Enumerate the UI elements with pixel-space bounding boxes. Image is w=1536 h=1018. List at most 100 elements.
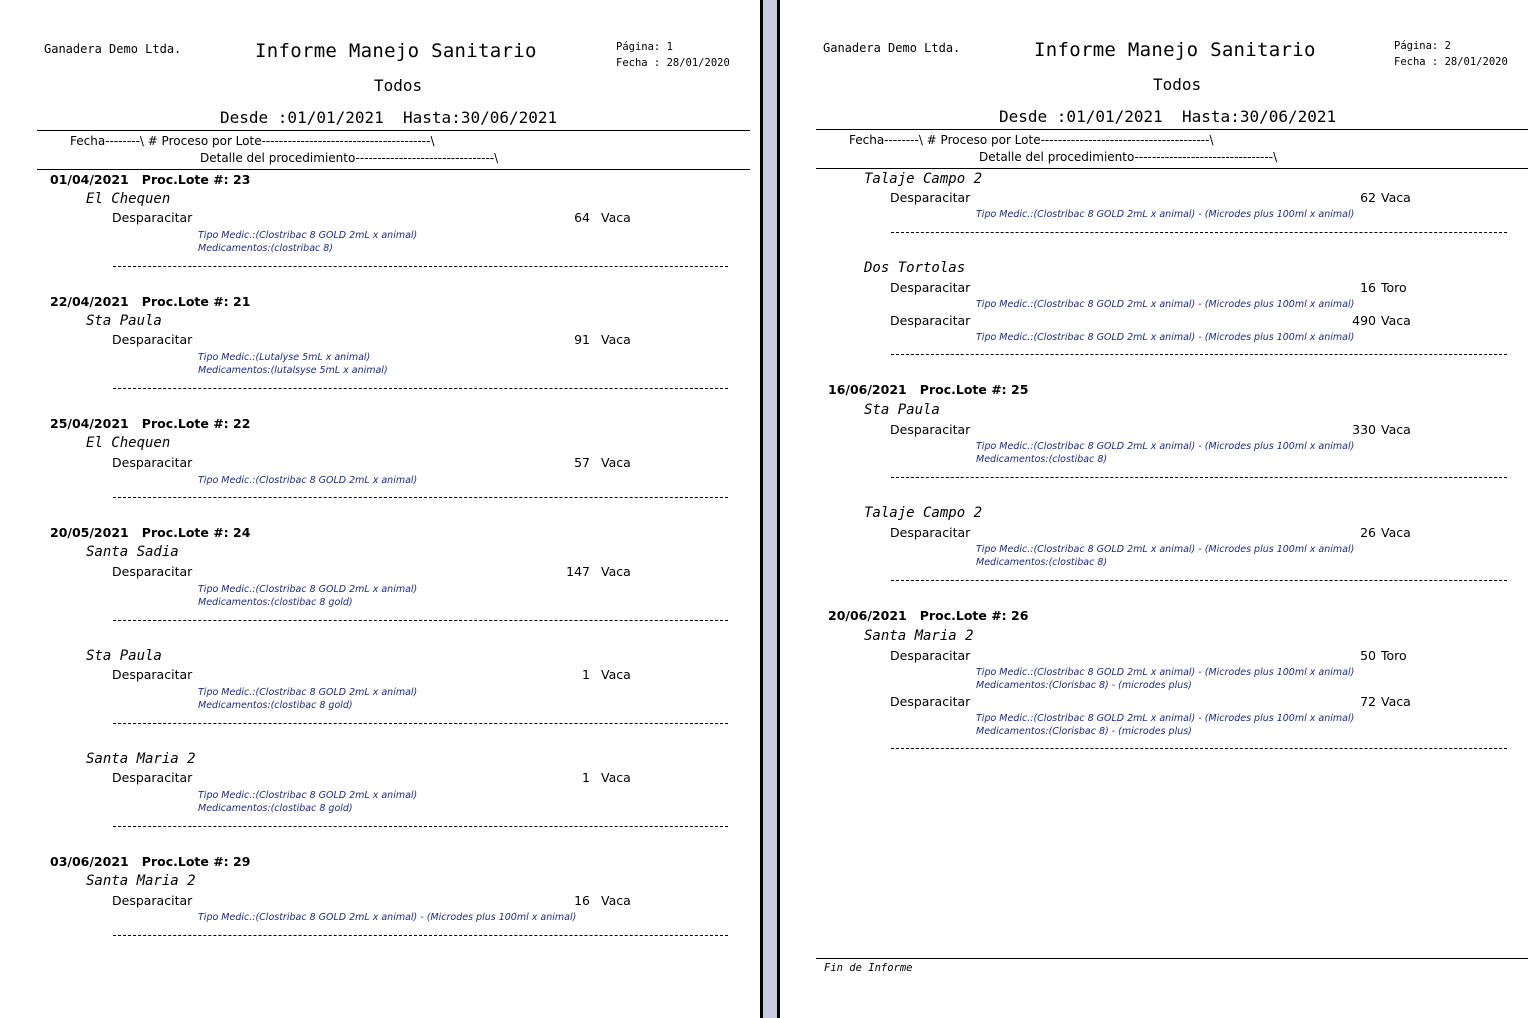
report-filter: Todos [374,76,423,95]
animal-count: 50 [1360,648,1376,663]
animal-type: Vaca [1381,190,1411,205]
date-range: Desde :01/01/2021 Hasta:30/06/2021 [999,107,1337,126]
date-range: Desde :01/01/2021 Hasta:30/06/2021 [220,108,558,127]
lote-name: Talaje Campo 2 [864,505,983,521]
animal-type: Vaca [1381,525,1411,540]
lote-name: Santa Maria 2 [864,628,974,644]
column-header-1: Fecha--------\ # Proceso por Lote-------… [849,133,1214,147]
procedure-name: Desparacitar [112,564,193,579]
medication-type: Tipo Medic.:(Clostribac 8 GOLD 2mL x ani… [976,209,1355,220]
column-header-2: Detalle del procedimiento---------------… [200,151,499,165]
procedure-name: Desparacitar [890,648,971,663]
procedure-name: Desparacitar [890,694,971,709]
medication-list: Medicamentos:(clostibac 8 gold) [198,700,353,711]
medication-list: Medicamentos:(Clorisbac 8) - (microdes p… [976,680,1192,691]
report-title: Informe Manejo Sanitario [1034,39,1316,61]
medication-type: Tipo Medic.:(Clostribac 8 GOLD 2mL x ani… [198,790,418,801]
animal-count: 490 [1352,313,1376,328]
medication-list: Medicamentos:(lutalsyse 5mL x animal) [198,365,388,376]
report-page-1: Ganadera Demo Ltda. Informe Manejo Sanit… [0,0,760,1018]
medication-type: Tipo Medic.:(Clostribac 8 GOLD 2mL x ani… [976,299,1355,310]
medication-list: Medicamentos:(clostibac 8) [976,557,1108,568]
report-page-2: Ganadera Demo Ltda. Informe Manejo Sanit… [780,0,1536,1018]
medication-type: Tipo Medic.:(Clostribac 8 GOLD 2mL x ani… [976,544,1355,555]
column-header-rule [816,168,1528,169]
medication-type: Tipo Medic.:(Clostribac 8 GOLD 2mL x ani… [198,584,418,595]
lote-name: Sta Paula [86,648,162,664]
page-number: Página: 1 [616,41,673,53]
group-separator [113,388,728,389]
medication-type: Tipo Medic.:(Clostribac 8 GOLD 2mL x ani… [976,332,1355,343]
procedure-name: Desparacitar [112,770,193,785]
company-name: Ganadera Demo Ltda. [44,42,182,56]
medication-type: Tipo Medic.:(Lutalyse 5mL x animal) [198,352,371,363]
group-separator [113,620,728,621]
page-divider [760,0,780,1018]
animal-type: Vaca [601,770,631,785]
medication-list: Medicamentos:(clostibac 8 gold) [198,803,353,814]
group-separator [891,232,1507,233]
animal-count: 16 [574,893,590,908]
company-name: Ganadera Demo Ltda. [823,41,961,55]
procedure-name: Desparacitar [112,893,193,908]
section-date: 20/06/2021 Proc.Lote #: 26 [828,608,1029,623]
animal-type: Vaca [1381,313,1411,328]
procedure-name: Desparacitar [112,455,193,470]
lote-name: Sta Paula [86,313,162,329]
medication-type: Tipo Medic.:(Clostribac 8 GOLD 2mL x ani… [976,441,1355,452]
animal-type: Vaca [601,667,631,682]
medication-type: Tipo Medic.:(Clostribac 8 GOLD 2mL x ani… [198,230,418,241]
animal-type: Vaca [601,455,631,470]
medication-type: Tipo Medic.:(Clostribac 8 GOLD 2mL x ani… [976,667,1355,678]
animal-count: 1 [582,667,590,682]
medication-type: Tipo Medic.:(Clostribac 8 GOLD 2mL x ani… [198,687,418,698]
section-date: 25/04/2021 Proc.Lote #: 22 [50,416,251,431]
animal-count: 16 [1360,280,1376,295]
animal-type: Vaca [601,564,631,579]
lote-name: Sta Paula [864,402,940,418]
animal-type: Toro [1381,280,1407,295]
medication-list: Medicamentos:(Clorisbac 8) - (microdes p… [976,726,1192,737]
medication-list: Medicamentos:(clostribac 8) [198,243,334,254]
procedure-name: Desparacitar [890,190,971,205]
section-date: 01/04/2021 Proc.Lote #: 23 [50,172,251,187]
group-separator [113,497,728,498]
animal-count: 64 [574,210,590,225]
lote-name: Santa Maria 2 [86,751,196,767]
procedure-name: Desparacitar [890,422,971,437]
animal-type: Vaca [1381,694,1411,709]
group-separator [891,580,1507,581]
group-separator [891,477,1507,478]
header-rule [816,129,1528,130]
animal-count: 91 [574,332,590,347]
lote-name: El Chequen [86,191,171,207]
animal-type: Vaca [601,210,631,225]
animal-type: Toro [1381,648,1407,663]
report-end-label: Fin de Informe [824,962,913,974]
animal-type: Vaca [601,893,631,908]
group-separator [113,826,728,827]
print-date: Fecha : 28/01/2020 [616,57,730,69]
animal-count: 330 [1352,422,1376,437]
procedure-name: Desparacitar [112,332,193,347]
medication-type: Tipo Medic.:(Clostribac 8 GOLD 2mL x ani… [198,912,577,923]
column-header-rule [37,169,750,170]
group-separator [891,354,1507,355]
medication-list: Medicamentos:(clostibac 8) [976,454,1108,465]
footer-rule [816,958,1528,959]
lote-name: Talaje Campo 2 [864,171,983,187]
medication-type: Tipo Medic.:(Clostribac 8 GOLD 2mL x ani… [976,713,1355,724]
procedure-name: Desparacitar [890,525,971,540]
print-date: Fecha : 28/01/2020 [1394,56,1508,68]
lote-name: Dos Tortolas [864,260,966,276]
animal-count: 1 [582,770,590,785]
animal-count: 62 [1360,190,1376,205]
medication-type: Tipo Medic.:(Clostribac 8 GOLD 2mL x ani… [198,475,418,486]
animal-type: Vaca [601,332,631,347]
report-filter: Todos [1153,75,1202,94]
procedure-name: Desparacitar [890,313,971,328]
animal-count: 147 [566,564,590,579]
procedure-name: Desparacitar [112,210,193,225]
animal-count: 26 [1360,525,1376,540]
animal-count: 72 [1360,694,1376,709]
